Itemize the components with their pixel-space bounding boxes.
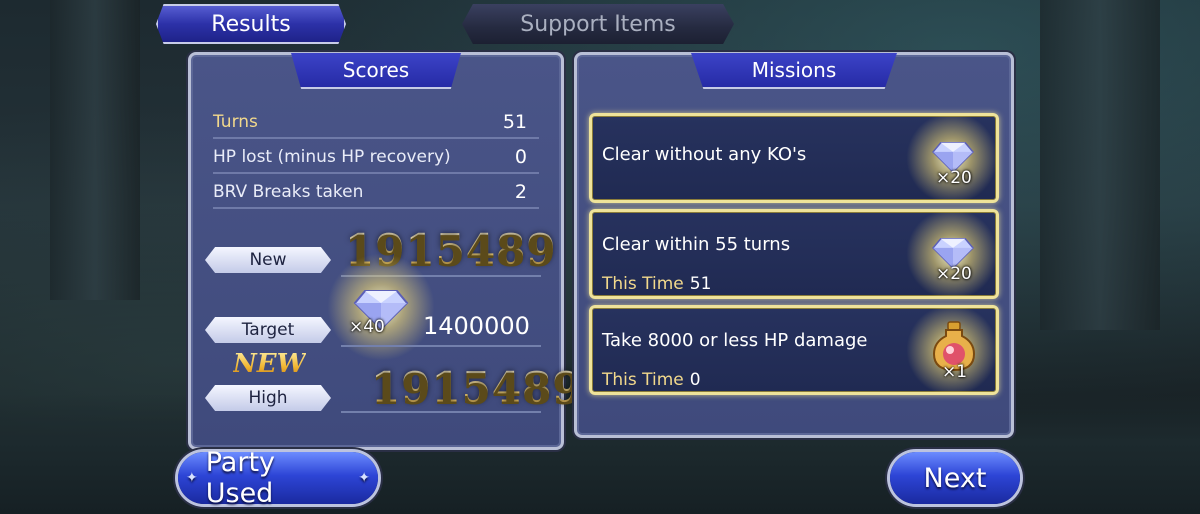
score-row-hp-lost: HP lost (minus HP recovery) 0 <box>213 142 539 174</box>
mission-reward-count: ×1 <box>942 362 968 382</box>
scores-panel: Scores Turns 51 HP lost (minus HP recove… <box>188 52 582 450</box>
tab-results[interactable]: Results <box>156 4 346 44</box>
background-pillar <box>50 0 140 300</box>
new-record-badge: NEW <box>233 349 306 379</box>
mission-reward: ×20 <box>906 112 998 204</box>
score-label: BRV Breaks taken <box>213 182 364 202</box>
score-value: 51 <box>502 111 527 133</box>
mission-text: Clear without any KO's <box>602 144 807 165</box>
mission-reward-count: ×20 <box>936 264 972 284</box>
divider <box>341 411 541 413</box>
mission-progress-value: 51 <box>689 274 712 294</box>
missions-header: Missions <box>691 53 897 89</box>
missions-panel: Missions Clear without any KO's ×20 Clea… <box>574 52 1014 438</box>
party-used-label: Party Used <box>205 447 276 509</box>
high-score-value: 1915489 <box>371 363 583 412</box>
divider <box>341 345 541 347</box>
score-label: Turns <box>213 112 258 132</box>
target-score-value: 1400000 <box>423 312 530 340</box>
mission-progress: This Time 0 <box>602 370 701 390</box>
mission-progress: This Time 51 <box>602 274 711 294</box>
mission-progress-label: This Time <box>602 370 684 390</box>
next-button[interactable]: Next <box>890 452 1020 504</box>
mission-item: Clear within 55 turns This Time 51 ×20 <box>589 208 999 300</box>
background-pillar <box>1040 0 1160 330</box>
new-score-label: New <box>205 247 331 273</box>
mission-item: Take 8000 or less HP damage This Time 0 ×… <box>589 304 999 396</box>
mission-reward: ×20 <box>906 208 998 300</box>
mission-reward: ×1 <box>906 304 998 396</box>
target-reward-count: ×40 <box>349 317 385 337</box>
mission-item: Clear without any KO's ×20 <box>589 112 999 204</box>
scores-header: Scores <box>291 53 461 89</box>
sparkle-icon: ✦ <box>358 470 370 486</box>
party-used-button[interactable]: ✦ Party Used ✦ <box>178 447 378 509</box>
target-score-label: Target <box>205 317 331 343</box>
score-row-brv-breaks: BRV Breaks taken 2 <box>213 177 539 209</box>
mission-text: Clear within 55 turns <box>602 234 791 255</box>
mission-progress-label: This Time <box>602 274 684 294</box>
mission-text: Take 8000 or less HP damage <box>602 330 868 351</box>
score-label: HP lost (minus HP recovery) <box>213 147 451 167</box>
tab-support-items[interactable]: Support Items <box>462 4 734 44</box>
high-score-label: High <box>205 385 331 411</box>
mission-progress-value: 0 <box>689 370 701 390</box>
score-value: 0 <box>514 146 527 168</box>
mission-reward-count: ×20 <box>936 168 972 188</box>
score-row-turns: Turns 51 <box>213 107 539 139</box>
sparkle-icon: ✦ <box>186 470 198 486</box>
next-label: Next <box>923 462 987 494</box>
target-reward: ×40 <box>327 253 435 361</box>
score-value: 2 <box>514 181 527 203</box>
